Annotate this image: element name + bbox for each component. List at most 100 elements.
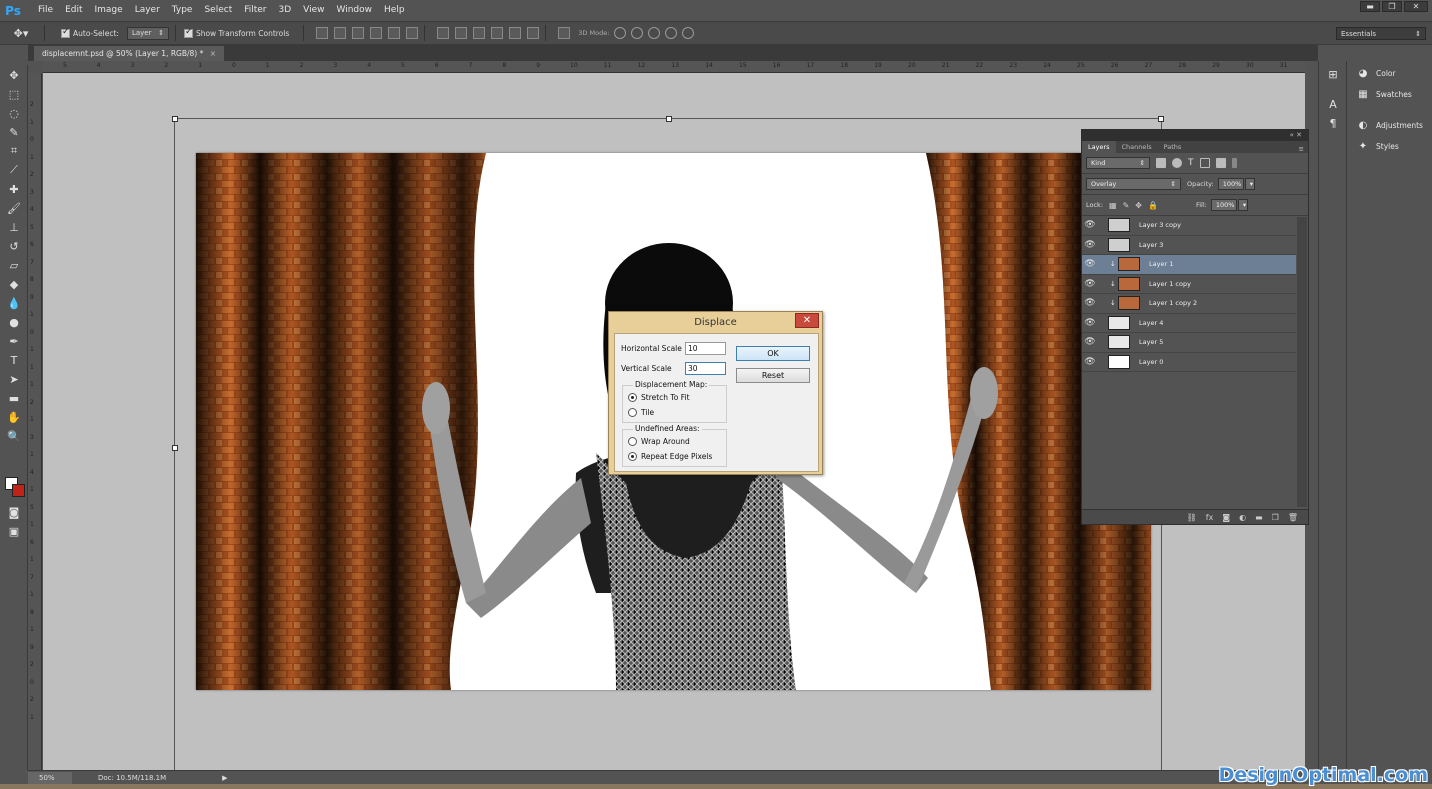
align-vcenter-icon[interactable]: [334, 27, 347, 39]
paragraph-panel-icon[interactable]: ¶: [1323, 114, 1343, 132]
panel-header[interactable]: « ✕: [1082, 130, 1308, 141]
history-brush-tool-icon[interactable]: ↺: [4, 237, 24, 255]
distribute-bottom-icon[interactable]: [473, 27, 486, 39]
reset-button[interactable]: Reset: [736, 368, 810, 383]
layer-thumbnail[interactable]: [1108, 315, 1130, 330]
new-layer-icon[interactable]: ❐: [1272, 513, 1279, 522]
distribute-left-icon[interactable]: [491, 27, 504, 39]
visibility-eye-icon[interactable]: 👁: [1082, 357, 1098, 367]
layer-row[interactable]: 👁 Layer 4: [1082, 314, 1296, 333]
path-select-tool-icon[interactable]: ➤: [4, 370, 24, 388]
layer-row[interactable]: 👁 Layer 5: [1082, 333, 1296, 353]
delete-layer-icon[interactable]: 🗑: [1288, 513, 1298, 522]
3d-scale-icon[interactable]: [682, 27, 695, 39]
layer-row[interactable]: 👁 Layer 3 copy: [1082, 216, 1296, 236]
distribute-hcenter-icon[interactable]: [509, 27, 522, 39]
align-right-icon[interactable]: [406, 27, 419, 39]
screen-mode-icon[interactable]: ▣: [4, 522, 24, 540]
radio-selected-icon[interactable]: [628, 452, 637, 461]
auto-select-checkbox[interactable]: Auto-Select:: [61, 27, 119, 38]
background-color-swatch[interactable]: [12, 484, 25, 497]
layer-name[interactable]: Layer 3: [1139, 241, 1163, 249]
marquee-tool-icon[interactable]: ⬚: [4, 85, 24, 103]
checkbox-checked-icon[interactable]: [61, 27, 70, 38]
new-adjustment-icon[interactable]: ◐: [1239, 513, 1246, 522]
visibility-eye-icon[interactable]: 👁: [1082, 259, 1098, 269]
close-window-icon[interactable]: ✕: [1404, 1, 1428, 12]
new-group-icon[interactable]: ▬: [1255, 513, 1263, 522]
layer-row[interactable]: 👁 Layer 3: [1082, 236, 1296, 255]
tile-option[interactable]: Tile: [623, 405, 726, 420]
move-tool-preset-icon[interactable]: ✥▾: [8, 24, 34, 42]
visibility-eye-icon[interactable]: 👁: [1082, 337, 1098, 347]
layer-name[interactable]: Layer 3 copy: [1139, 221, 1181, 229]
layer-thumbnail[interactable]: [1108, 218, 1130, 233]
menu-view[interactable]: View: [297, 0, 330, 21]
brush-tool-icon[interactable]: 🖌: [4, 199, 24, 217]
ok-button[interactable]: OK: [736, 346, 810, 361]
layer-name[interactable]: Layer 1: [1149, 260, 1173, 268]
visibility-eye-icon[interactable]: 👁: [1082, 298, 1098, 308]
dialog-titlebar[interactable]: Displace ✕: [609, 312, 822, 332]
layer-thumbnail[interactable]: [1108, 354, 1130, 369]
menu-help[interactable]: Help: [378, 0, 411, 21]
3d-rotate-icon[interactable]: [614, 27, 627, 39]
document-tab[interactable]: displacemnt.psd @ 50% (Layer 1, RGB/8) *…: [34, 46, 225, 61]
fill-arrow-icon[interactable]: ▾: [1237, 199, 1248, 211]
align-hcenter-icon[interactable]: [388, 27, 401, 39]
eraser-tool-icon[interactable]: ▱: [4, 256, 24, 274]
quick-mask-icon[interactable]: ◙: [4, 503, 24, 521]
panel-menu-icon[interactable]: ≡: [1299, 145, 1304, 153]
show-transform-checkbox[interactable]: Show Transform Controls: [183, 27, 289, 38]
filter-shape-icon[interactable]: [1199, 158, 1210, 168]
visibility-eye-icon[interactable]: 👁: [1082, 220, 1098, 230]
repeat-edge-option[interactable]: Repeat Edge Pixels: [623, 449, 726, 464]
close-tab-icon[interactable]: ×: [210, 49, 216, 58]
menu-filter[interactable]: Filter: [238, 0, 272, 21]
hand-tool-icon[interactable]: ✋: [4, 408, 24, 426]
rectangle-tool-icon[interactable]: ▬: [4, 389, 24, 407]
layer-thumbnail[interactable]: [1108, 237, 1130, 252]
collapse-panel-icon[interactable]: « ✕: [1290, 130, 1302, 141]
lasso-tool-icon[interactable]: ◌: [4, 104, 24, 122]
tab-paths[interactable]: Paths: [1158, 141, 1188, 153]
zoom-tool-icon[interactable]: 🔍: [4, 427, 24, 445]
distribute-top-icon[interactable]: [437, 27, 450, 39]
layer-name[interactable]: Layer 4: [1139, 319, 1163, 327]
paint-bucket-tool-icon[interactable]: ◆: [4, 275, 24, 293]
radio-selected-icon[interactable]: [628, 393, 637, 402]
history-panel-icon[interactable]: ⊞: [1323, 65, 1343, 83]
auto-align-icon[interactable]: [558, 27, 571, 39]
layer-row[interactable]: 👁 Layer 0: [1082, 353, 1296, 372]
dock-styles[interactable]: ✦ Styles: [1347, 136, 1432, 157]
link-layers-icon[interactable]: ⛓: [1187, 513, 1197, 522]
menu-type[interactable]: Type: [166, 0, 199, 21]
opacity-field[interactable]: 100%: [1217, 178, 1244, 190]
eyedropper-tool-icon[interactable]: ⟋: [4, 161, 24, 179]
visibility-eye-icon[interactable]: 👁: [1082, 240, 1098, 250]
menu-file[interactable]: File: [32, 0, 59, 21]
auto-select-dropdown[interactable]: Layer ⇕: [126, 26, 169, 40]
layer-thumbnail[interactable]: [1118, 257, 1140, 272]
vertical-scale-input[interactable]: 30: [685, 362, 726, 375]
tab-layers[interactable]: Layers: [1082, 141, 1116, 153]
transform-handle[interactable]: [666, 116, 672, 122]
distribute-right-icon[interactable]: [527, 27, 540, 39]
layer-thumbnail[interactable]: [1108, 335, 1130, 350]
zoom-level-field[interactable]: 50%: [28, 771, 72, 784]
dialog-close-button[interactable]: ✕: [795, 313, 819, 328]
lock-transparent-icon[interactable]: ▦: [1109, 201, 1117, 210]
layer-thumbnail[interactable]: [1118, 296, 1140, 311]
menu-select[interactable]: Select: [198, 0, 238, 21]
align-bottom-icon[interactable]: [352, 27, 365, 39]
transform-handle[interactable]: [1158, 116, 1164, 122]
menu-image[interactable]: Image: [89, 0, 129, 21]
crop-tool-icon[interactable]: ⌗: [4, 142, 24, 160]
radio-unselected-icon[interactable]: [628, 408, 637, 417]
layer-row[interactable]: 👁 ↓ Layer 1: [1082, 255, 1296, 275]
lock-all-icon[interactable]: 🔒: [1148, 201, 1158, 210]
transform-handle[interactable]: [172, 116, 178, 122]
fx-icon[interactable]: fx: [1206, 513, 1214, 522]
layer-name[interactable]: Layer 1 copy: [1149, 280, 1191, 288]
blend-mode-dropdown[interactable]: Overlay ⇕: [1086, 178, 1181, 190]
